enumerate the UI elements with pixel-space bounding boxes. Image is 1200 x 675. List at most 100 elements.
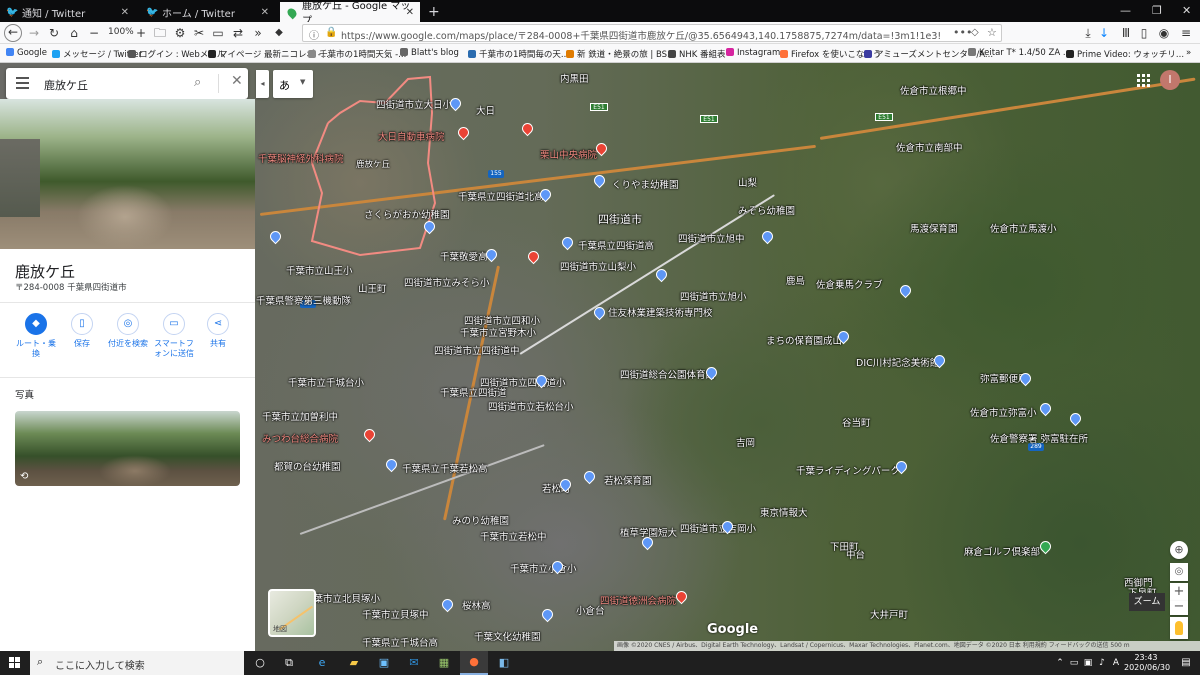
ime-mode-icon[interactable]: A: [1108, 655, 1124, 671]
map-label[interactable]: 四街道市立みそら小: [404, 275, 490, 289]
bookmark-bs-train[interactable]: 新 鉄道・絶景の旅 | BS...: [566, 48, 675, 60]
library-shelf-icon[interactable]: Ⅲ: [1118, 25, 1134, 41]
map-label[interactable]: 千葉市立山王小: [286, 263, 353, 277]
mail-icon[interactable]: ✉: [406, 655, 422, 671]
map-label[interactable]: 若松保育園: [604, 473, 652, 487]
screenshot-icon[interactable]: ✂: [191, 25, 207, 41]
cortana-icon[interactable]: ○: [252, 655, 268, 671]
close-tab-icon[interactable]: ✕: [121, 7, 129, 18]
save-button[interactable]: ▯ 保存: [59, 313, 105, 349]
map-label[interactable]: 千葉県警察第三機動隊: [256, 293, 351, 307]
close-icon[interactable]: ✕: [231, 73, 243, 89]
map-label[interactable]: 千葉県立千城台高: [362, 635, 438, 649]
map-label[interactable]: 千葉県立四街道高: [578, 238, 654, 252]
nearby-button[interactable]: ◎ 付近を検索: [105, 313, 151, 349]
golf-course-pin-icon[interactable]: [1037, 538, 1054, 555]
school-pin-icon[interactable]: [591, 172, 608, 189]
edge-browser-icon[interactable]: e: [314, 655, 330, 671]
star-icon[interactable]: ☆: [987, 26, 997, 39]
library-icon[interactable]: ▭: [210, 25, 226, 41]
close-window-icon[interactable]: ✕: [1182, 4, 1191, 17]
map-label[interactable]: 大日: [476, 103, 495, 117]
map-label[interactable]: 小倉台: [576, 603, 605, 617]
map-label[interactable]: 千葉県立四街道北高: [458, 189, 544, 203]
apps-grid-icon[interactable]: [1137, 74, 1151, 88]
bookmark-nhk[interactable]: NHK 番組表: [668, 48, 726, 60]
school-pin-icon[interactable]: [439, 596, 456, 613]
map-label[interactable]: 大井戸町: [870, 607, 908, 621]
bookmark-instagram[interactable]: Instagram: [726, 48, 780, 58]
map-label[interactable]: 四街道市立吉岡小: [680, 521, 756, 535]
taskbar-search-box[interactable]: ⌕ ここに入力して検索: [30, 651, 244, 675]
app-icon[interactable]: ▦: [436, 655, 452, 671]
pocket-save-icon[interactable]: ◇: [971, 27, 979, 38]
hamburger-menu-icon[interactable]: ≡: [1178, 25, 1194, 41]
map-label[interactable]: 佐倉市立馬渡小: [990, 221, 1057, 235]
avatar[interactable]: I: [1160, 70, 1180, 90]
map-label[interactable]: 四街道市立山梨小: [560, 259, 636, 273]
url-text[interactable]: https://www.google.com/maps/place/〒284-0…: [341, 28, 941, 42]
globe-icon[interactable]: ⊕: [1170, 541, 1188, 559]
hospital-pin-icon[interactable]: [455, 124, 472, 141]
map-label[interactable]: 馬渡保育園: [910, 221, 958, 235]
map-label[interactable]: 内黒田: [560, 71, 589, 85]
directions-button[interactable]: ◆ ルート・乗換: [13, 313, 59, 359]
map-label[interactable]: 千葉敬愛高: [440, 249, 488, 263]
map-label[interactable]: 東京情報大: [760, 505, 808, 519]
search-input[interactable]: 鹿放ケ丘: [44, 77, 88, 93]
map-label[interactable]: 都賀の台幼稚園: [274, 459, 341, 473]
zoom-out-icon[interactable]: −: [86, 25, 102, 41]
school-pin-icon[interactable]: [383, 456, 400, 473]
close-tab-icon[interactable]: ✕: [261, 7, 269, 18]
map-label[interactable]: 大日自動車病院: [378, 129, 445, 143]
hospital-pin-icon[interactable]: [673, 588, 690, 605]
close-tab-icon[interactable]: ✕: [406, 7, 414, 18]
tab-google-maps[interactable]: 鹿放ケ丘 - Google マップ ✕: [280, 1, 420, 27]
map-label[interactable]: 四街道市立若松台小: [488, 399, 574, 413]
map-label[interactable]: 四街道市立大日小: [376, 97, 452, 111]
map-label[interactable]: 谷当町: [842, 415, 871, 429]
map-label[interactable]: さくらがおか幼稚園: [364, 207, 450, 221]
sidebar-icon[interactable]: ⤓: [1080, 25, 1096, 41]
zoom-out-button[interactable]: −: [1170, 600, 1188, 615]
map-label[interactable]: 四街道市立四街道中: [434, 343, 520, 357]
zoom-in-icon[interactable]: +: [133, 25, 149, 41]
police-pin-icon[interactable]: [1067, 410, 1084, 427]
map-label[interactable]: 佐倉市立南部中: [896, 140, 963, 154]
address-bar[interactable]: ⓘ 🔒 https://www.google.com/maps/place/〒2…: [302, 24, 1002, 42]
map-label[interactable]: 千葉市立若松中: [480, 529, 547, 543]
input-method-button[interactable]: あ ▼: [273, 70, 313, 98]
map-label[interactable]: 千葉ライディングパーク: [796, 463, 900, 477]
map-label[interactable]: 千葉県立千葉若松高: [402, 461, 488, 475]
hamburger-menu-icon[interactable]: [16, 77, 29, 92]
pocket-icon[interactable]: ◆: [271, 25, 287, 41]
school-pin-icon[interactable]: [559, 234, 576, 251]
map-label[interactable]: 佐倉市立弥富小: [970, 405, 1037, 419]
school-pin-icon[interactable]: [581, 468, 598, 485]
map-label[interactable]: 千葉県立四街道: [440, 385, 507, 399]
map-label[interactable]: 山梨: [738, 175, 757, 189]
forward-arrow-icon[interactable]: →: [26, 25, 42, 41]
map-label[interactable]: 麻倉ゴルフ倶楽部: [964, 544, 1040, 558]
map-label[interactable]: 千葉市立加曽利中: [262, 409, 338, 423]
restore-icon[interactable]: ❐: [1152, 4, 1162, 17]
map-label[interactable]: 栗山中央病院: [540, 147, 597, 161]
hospital-pin-icon[interactable]: [361, 426, 378, 443]
school-pin-icon[interactable]: [267, 228, 284, 245]
map-label[interactable]: 四街道徳洲会病院: [600, 593, 676, 607]
tab-home-twitter[interactable]: 🐦 ホーム / Twitter ✕: [140, 2, 275, 22]
photo-thumbnail[interactable]: ⟲: [15, 411, 240, 486]
map-label[interactable]: 吉岡: [736, 435, 755, 449]
notifications-icon[interactable]: ▤: [1178, 655, 1194, 671]
map-label[interactable]: まちの保育園成山: [766, 333, 842, 347]
folder-icon[interactable]: 🗀: [152, 25, 168, 41]
overflow-icon[interactable]: »: [250, 25, 266, 41]
map-label[interactable]: 千葉市立千城台小: [288, 375, 364, 389]
school-pin-icon[interactable]: [759, 228, 776, 245]
map-label[interactable]: みのり幼稚園: [452, 513, 509, 527]
hospital-pin-icon[interactable]: [525, 248, 542, 265]
tab-notifications-twitter[interactable]: 🐦 通知 / Twitter ✕: [0, 2, 135, 22]
map-label[interactable]: 佐倉市立根郷中: [900, 83, 967, 97]
map-label[interactable]: 佐倉乗馬クラブ: [816, 277, 883, 291]
satellite-map[interactable]: E51 E51 E51 155 63 289 内黒田 四街道市立大日小 大日 大…: [0, 63, 1200, 651]
